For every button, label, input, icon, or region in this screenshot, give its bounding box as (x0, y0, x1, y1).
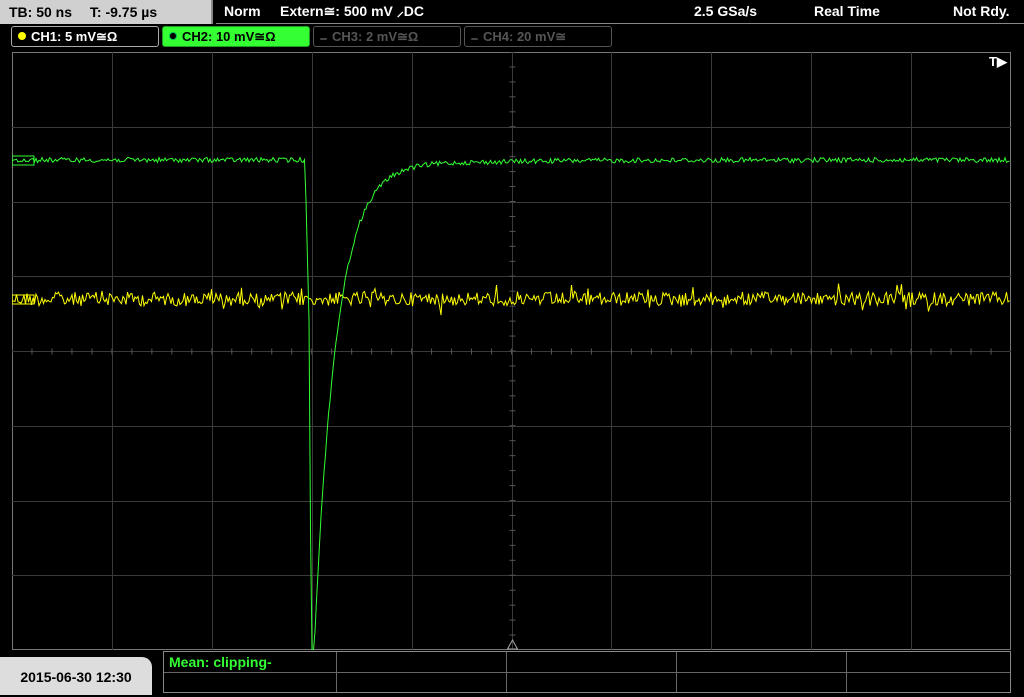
measurement-cell (336, 652, 507, 692)
bottom-bar: 2015-06-30 12:30 Mean: clipping- (0, 651, 1024, 695)
measurement-panel[interactable]: Mean: clipping- (163, 651, 1011, 693)
channel-label: CH3: 2 mV≅Ω (332, 29, 419, 44)
channel-tab-ch4[interactable]: CH4: 20 mV≅ (464, 26, 612, 47)
trigger-source-label: Extern≅: 500 mV ⸝DC (280, 3, 424, 19)
mode-label: Real Time (814, 3, 880, 19)
channel-dot-icon (169, 32, 177, 40)
waveform-display[interactable]: T▶ (12, 52, 1011, 650)
trigger-time-label: T: -9.75 µs (89, 4, 158, 20)
channel-label: CH4: 20 mV≅ (483, 29, 567, 44)
channel-tab-ch2[interactable]: CH2: 10 mV≅Ω (162, 26, 310, 47)
channel-tab-ch1[interactable]: CH1: 5 mV≅Ω (11, 26, 159, 47)
acq-mode-label: Norm (224, 3, 261, 19)
channel-tab-ch3[interactable]: CH3: 2 mV≅Ω (313, 26, 461, 47)
channel-label: CH1: 5 mV≅Ω (31, 29, 118, 44)
channel-label: CH2: 10 mV≅Ω (182, 29, 276, 44)
measurement-cell (506, 652, 677, 692)
measurement-label: Mean: clipping- (169, 654, 272, 670)
channel-off-icon (471, 38, 478, 40)
timebase-label: TB: 50 ns (9, 4, 73, 20)
measurement-cell (676, 652, 847, 692)
status-bar: TB: 50 ns T: -9.75 µs Norm Extern≅: 500 … (0, 0, 1024, 24)
datetime-display: 2015-06-30 12:30 (0, 657, 152, 695)
channel-off-icon (320, 38, 327, 40)
trigger-position-marker[interactable]: T▶ (989, 54, 1007, 70)
channel-dot-icon (18, 32, 26, 40)
channel-bar: CH1: 5 mV≅Ω CH2: 10 mV≅Ω CH3: 2 mV≅Ω CH4… (0, 26, 1024, 48)
acquisition-status[interactable]: Norm Extern≅: 500 mV ⸝DC 2.5 GSa/s Real … (216, 0, 1024, 24)
sample-rate-label: 2.5 GSa/s (694, 3, 758, 19)
timebase-box[interactable]: TB: 50 ns T: -9.75 µs (0, 0, 213, 24)
ch1-trace (12, 283, 1010, 316)
ready-status-label: Not Rdy. (953, 3, 1010, 19)
waveform-canvas (12, 52, 1011, 650)
